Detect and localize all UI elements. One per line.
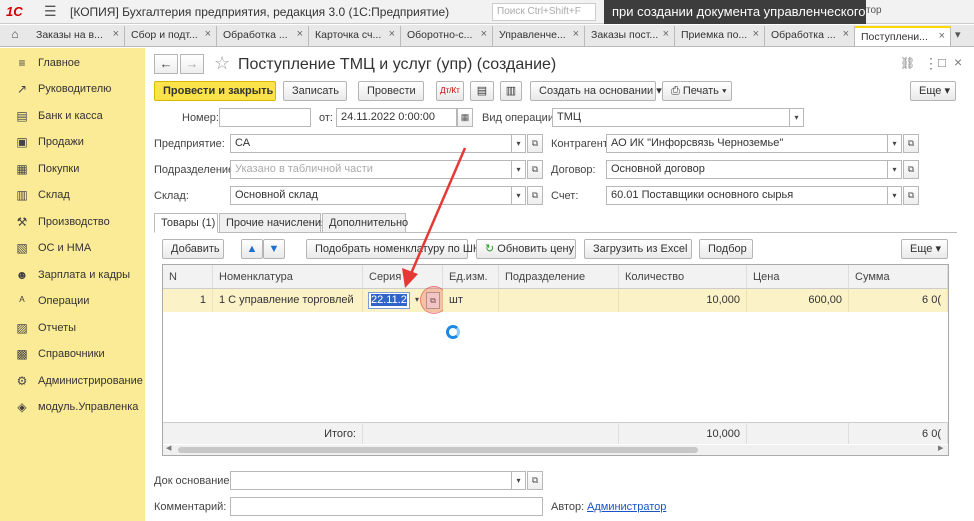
annotation-arrow (402, 147, 467, 288)
arrow-head (402, 268, 418, 288)
arrow-line (408, 147, 467, 277)
